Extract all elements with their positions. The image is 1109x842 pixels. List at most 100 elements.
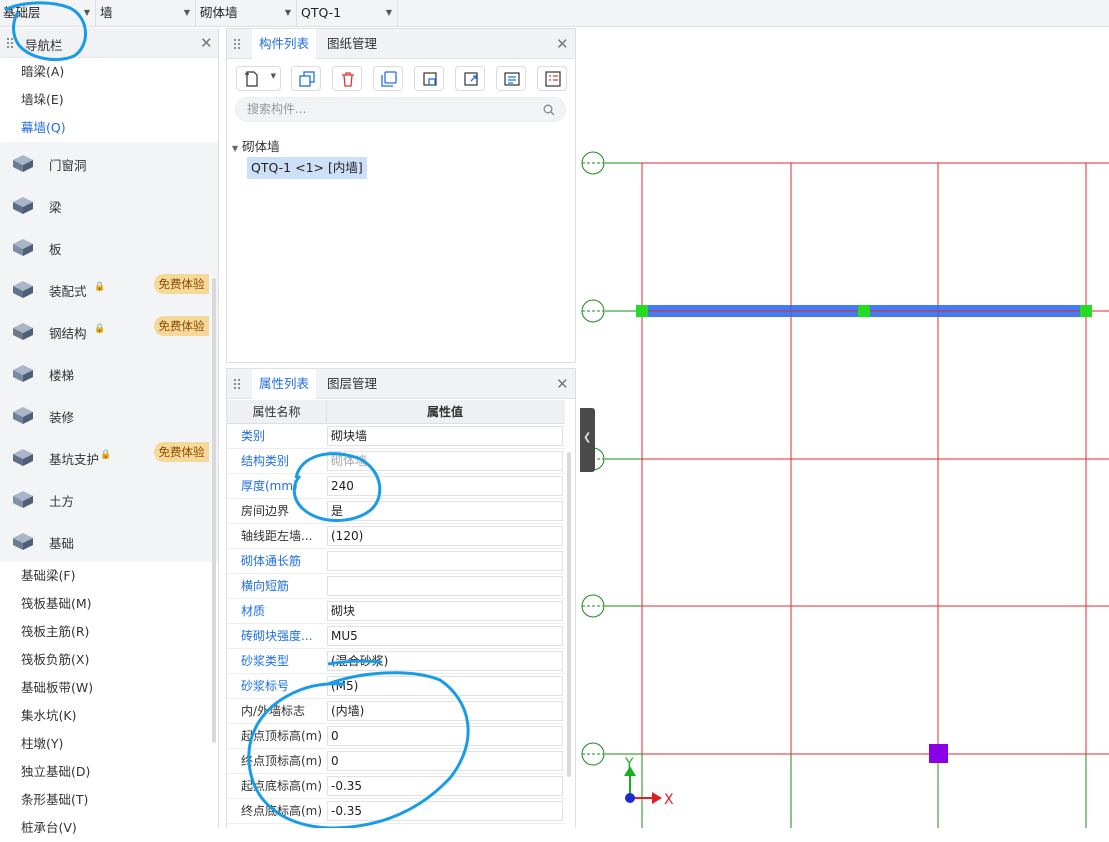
nav-category-label: 门窗洞 [49,158,87,173]
chevron-down-icon: ▼ [183,8,190,17]
delete-component-button[interactable] [332,66,362,91]
chevron-down-icon: ▼ [232,144,239,153]
tree-item-qtq-1[interactable]: QTQ-1 <1> [内墙] [247,157,367,179]
property-name: 结构类别 [241,454,290,468]
copy-layer-button[interactable] [373,66,403,91]
new-component-button[interactable]: ▼ [236,66,281,91]
nav-category[interactable]: 土方 [0,478,218,520]
property-value-field[interactable]: -0.35 [327,801,563,821]
nav-subitem[interactable]: 暗梁(A) [0,58,218,86]
nav-category[interactable]: 装修 [0,394,218,436]
navigation-scrollbar[interactable] [212,278,216,743]
prefab-icon [11,278,35,300]
copy-component-button[interactable] [291,66,321,91]
property-name: 内/外墙标志 [241,704,306,718]
drag-handle-icon[interactable] [6,37,14,49]
property-value-field[interactable] [327,576,563,596]
property-row: 横向短筋 [227,574,565,599]
tab-property-list[interactable]: 属性列表 [252,369,317,399]
nav-subitem[interactable]: 墙垛(E) [0,86,218,114]
property-value-field[interactable]: 是 [327,501,563,521]
steel-structure-icon [11,320,35,342]
nav-subitem[interactable]: 柱墩(Y) [0,730,218,758]
property-row: 起点底标高(m) -0.35 [227,774,565,799]
nav-category[interactable]: 装配式 🔒 免费体验 [0,268,218,310]
component-search[interactable] [235,97,566,122]
property-name: 砂浆标号 [241,679,290,693]
drag-handle-icon[interactable] [233,38,241,50]
attributes-button[interactable] [537,66,567,91]
export-component-button[interactable] [455,66,485,91]
floor-select[interactable]: 基础层 ▼ [0,0,96,27]
close-icon[interactable]: ✕ [200,36,213,51]
chevron-down-icon: ▼ [284,8,291,17]
component-search-input[interactable] [247,102,537,116]
property-value-field[interactable]: 240 [327,476,563,496]
nav-subitem[interactable]: 基础板带(W) [0,674,218,702]
nav-category[interactable]: 板 [0,226,218,268]
nav-subitem[interactable]: 筏板主筋(R) [0,618,218,646]
drag-handle-icon[interactable] [233,378,241,390]
nav-subitem[interactable]: 幕墙(Q) [0,114,218,142]
property-row: 砂浆类型 (混合砂浆) [227,649,565,674]
nav-category-label: 基础 [49,536,75,551]
property-value-field[interactable]: (M5) [327,676,563,696]
nav-category[interactable]: 钢结构 🔒 免费体验 [0,310,218,352]
property-value-field[interactable]: MU5 [327,626,563,646]
foundation-pit-icon [11,446,35,468]
stairs-icon [11,362,35,384]
nav-subitem[interactable]: 独立基础(D) [0,758,218,786]
tab-layer-management[interactable]: 图层管理 [320,369,384,399]
lock-icon: 🔒 [100,450,112,460]
nav-category[interactable]: 门窗洞 [0,142,218,184]
search-icon[interactable] [543,104,555,116]
nav-category[interactable]: 梁 [0,184,218,226]
property-name: 起点顶标高(m) [241,729,323,743]
nav-subitem[interactable]: 筏板基础(M) [0,590,218,618]
property-value-field[interactable]: (内墙) [327,701,563,721]
property-value-field[interactable]: 砌块 [327,601,563,621]
property-value-field[interactable]: (120) [327,526,563,546]
close-icon[interactable]: ✕ [556,37,569,52]
nav-category[interactable]: 楼梯 [0,352,218,394]
nav-subitem[interactable]: 桩承台(V) [0,814,218,842]
property-name: 砌体通长筋 [241,554,302,568]
close-icon[interactable]: ✕ [556,377,569,392]
category-select[interactable]: 墙 ▼ [97,0,196,27]
property-value-field[interactable]: (混合砂浆) [327,651,563,671]
import-icon [423,72,437,86]
tab-component-list[interactable]: 构件列表 [252,29,317,59]
nav-category[interactable]: 基坑支护 🔒 免费体验 [0,436,218,478]
property-value-field[interactable] [327,551,563,571]
nav-category-label: 梁 [49,200,62,215]
tree-group[interactable]: ▼ 砌体墙 [232,136,280,155]
free-trial-badge[interactable]: 免费体验 [154,274,209,294]
import-component-button[interactable] [414,66,444,91]
drawing-canvas[interactable]: XY [576,28,1109,828]
type-select[interactable]: 砌体墙 ▼ [197,0,297,27]
property-value-field[interactable]: -0.35 [327,776,563,796]
free-trial-badge[interactable]: 免费体验 [154,442,209,462]
cad-drawing[interactable]: XY [576,28,1109,828]
property-value-field[interactable]: 0 [327,726,563,746]
property-value-field[interactable]: 0 [327,751,563,771]
collapse-panel-button[interactable]: ❮ [580,408,595,472]
property-value-field[interactable]: 砌块墙 [327,426,563,446]
nav-category[interactable]: 基础 [0,520,218,562]
property-scrollbar[interactable] [567,452,571,777]
free-trial-badge[interactable]: 免费体验 [154,316,209,336]
property-value-field[interactable]: 砌体墙 [327,451,563,471]
tree-group-label: 砌体墙 [242,139,280,154]
nav-subitem[interactable]: 集水坑(K) [0,702,218,730]
nav-subitem[interactable]: 条形基础(T) [0,786,218,814]
property-name: 砖砌块强度... [241,629,313,643]
door-window-icon [11,152,35,174]
beam-icon [11,194,35,216]
wall-grip-node [1080,305,1092,317]
property-row: 内/外墙标志 (内墙) [227,699,565,724]
tab-drawing-management[interactable]: 图纸管理 [320,29,384,59]
properties-view-button[interactable] [496,66,526,91]
nav-subitem[interactable]: 基础梁(F) [0,562,218,590]
component-select[interactable]: QTQ-1 ▼ [298,0,398,27]
nav-subitem[interactable]: 筏板负筋(X) [0,646,218,674]
